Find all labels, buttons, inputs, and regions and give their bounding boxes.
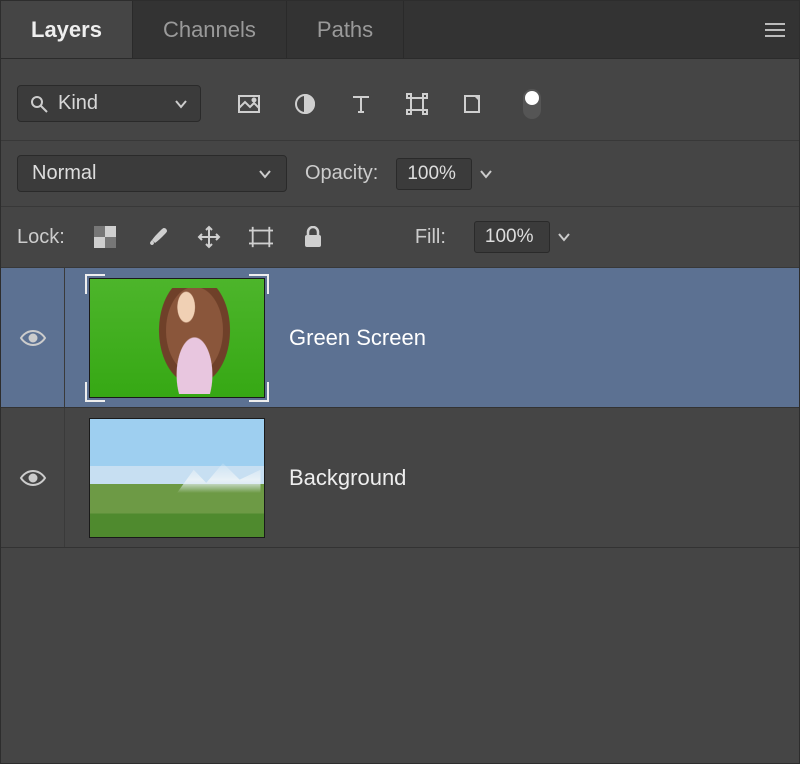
filter-kind-label: Kind: [58, 92, 98, 115]
blend-row: Normal Opacity: 100%: [1, 141, 799, 207]
visibility-toggle[interactable]: [1, 408, 65, 547]
search-icon: [30, 95, 48, 113]
filter-toggle[interactable]: [523, 89, 541, 119]
filter-shape-icon[interactable]: [405, 92, 429, 116]
tab-paths[interactable]: Paths: [287, 1, 404, 58]
filter-adjustment-icon[interactable]: [293, 92, 317, 116]
lock-position-icon[interactable]: [197, 225, 221, 249]
fill-label: Fill:: [415, 226, 446, 249]
lock-paint-icon[interactable]: [145, 225, 169, 249]
opacity-input[interactable]: 100%: [396, 158, 472, 190]
filter-kind-select[interactable]: Kind: [17, 85, 201, 122]
layer-name[interactable]: Green Screen: [289, 325, 426, 351]
lock-transparency-icon[interactable]: [93, 225, 117, 249]
blend-mode-select[interactable]: Normal: [17, 155, 287, 192]
layers-list: Green Screen Background: [1, 268, 799, 763]
lock-all-icon[interactable]: [301, 225, 325, 249]
panel-menu-button[interactable]: [751, 1, 799, 58]
opacity-combo: 100%: [396, 158, 498, 190]
fill-dropdown[interactable]: [552, 221, 576, 253]
layer-name[interactable]: Background: [289, 465, 406, 491]
tab-layers[interactable]: Layers: [1, 1, 133, 58]
layer-thumbnail[interactable]: [89, 278, 265, 398]
fill-input[interactable]: 100%: [474, 221, 550, 253]
panel-tabbar: Layers Channels Paths: [1, 1, 799, 59]
layer-row[interactable]: Green Screen: [1, 268, 799, 408]
lock-row: Lock: Fill: 100%: [1, 207, 799, 268]
tab-channels[interactable]: Channels: [133, 1, 287, 58]
filter-pixel-icon[interactable]: [237, 92, 261, 116]
visibility-toggle[interactable]: [1, 268, 65, 407]
filter-smartobject-icon[interactable]: [461, 92, 485, 116]
chevron-down-icon: [174, 99, 188, 109]
fill-combo: 100%: [474, 221, 576, 253]
layer-thumbnail[interactable]: [89, 418, 265, 538]
chevron-down-icon: [258, 169, 272, 179]
filter-type-icon[interactable]: [349, 92, 373, 116]
filter-row: Kind: [1, 59, 799, 141]
lock-artboard-icon[interactable]: [249, 225, 273, 249]
lock-label: Lock:: [17, 226, 65, 249]
layer-row[interactable]: Background: [1, 408, 799, 548]
layers-panel: Layers Channels Paths Kind: [0, 0, 800, 764]
opacity-label: Opacity:: [305, 162, 378, 185]
opacity-dropdown[interactable]: [474, 158, 498, 190]
blend-mode-value: Normal: [32, 162, 96, 185]
